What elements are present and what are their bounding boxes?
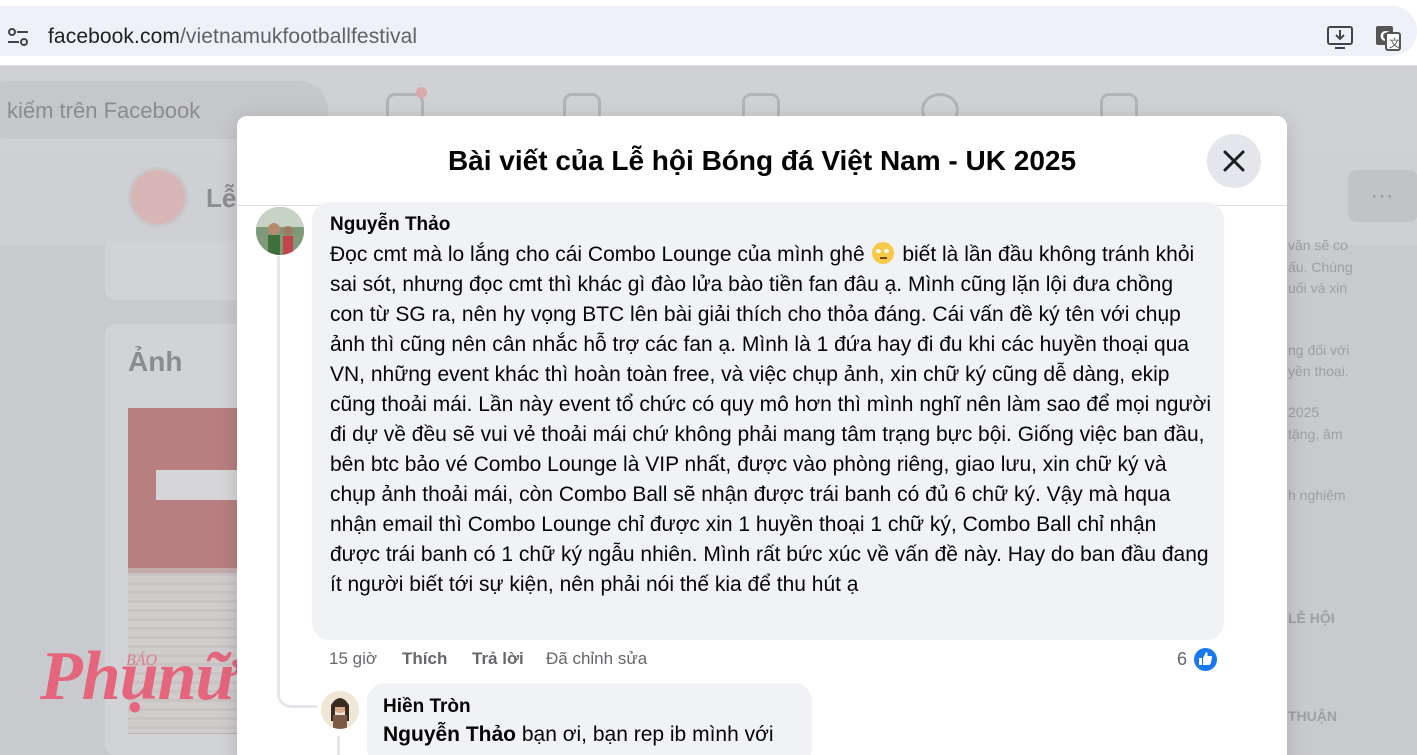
avatar-photo (256, 207, 304, 255)
tune-icon[interactable] (6, 25, 30, 49)
watermark-small: BÁO (126, 652, 158, 669)
comment-text-part2: biết là lần đầu không tránh khỏi sai sót… (330, 243, 1211, 596)
close-icon (1223, 150, 1245, 172)
thumbs-up-glyph (1199, 652, 1213, 665)
url-host: facebook.com (48, 25, 180, 48)
reply-bubble: Hiền Tròn Nguyễn Thảo bạn ơi, bạn rep ib… (367, 683, 812, 755)
watermark-logo: Phụnữ (40, 638, 237, 715)
right-snippet: ấu. Chúng (1288, 259, 1353, 275)
close-button[interactable] (1207, 134, 1261, 188)
address-bar[interactable]: facebook.com/vietnamukfootballfestival G… (0, 6, 1417, 56)
thread-line-reply (337, 736, 340, 755)
url-path: /vietnamukfootballfestival (179, 25, 418, 48)
browser-toolbar: facebook.com/vietnamukfootballfestival G… (0, 0, 1417, 66)
comment-author[interactable]: Nguyễn Thảo (330, 214, 450, 236)
right-snippet: THUẬN (1288, 708, 1337, 724)
translate-icon[interactable]: G 文 (1374, 24, 1402, 52)
post-dialog: Bài viết của Lễ hội Bóng đá Việt Nam - U… (237, 116, 1287, 755)
reply-author[interactable]: Hiền Tròn (383, 696, 471, 718)
page-logo[interactable] (128, 167, 188, 227)
avatar[interactable] (256, 207, 304, 255)
like-button[interactable]: Thích (402, 649, 447, 669)
photos-title: Ảnh (128, 346, 183, 377)
right-snippet: LỄ HỘI (1288, 610, 1335, 626)
right-snippet: 2025 (1288, 404, 1320, 420)
facebook-search-placeholder: kiếm trên Facebook (7, 98, 201, 123)
install-app-icon[interactable] (1326, 24, 1354, 50)
avatar[interactable] (321, 691, 359, 729)
right-snippet: ng đối với (1288, 342, 1350, 358)
dialog-title: Bài viết của Lễ hội Bóng đá Việt Nam - U… (447, 145, 1077, 176)
comment-text: Đọc cmt mà lo lắng cho cái Combo Lounge … (330, 240, 1212, 600)
right-snippet: yền thoại. (1288, 363, 1349, 379)
thumbs-up-icon[interactable] (1192, 646, 1219, 673)
reaction-count[interactable]: 6 (1177, 649, 1187, 670)
right-snippet: tặng, âm (1288, 426, 1343, 442)
edited-label[interactable]: Đã chỉnh sửa (546, 649, 647, 669)
more-dots-icon: ··· (1371, 185, 1394, 207)
avatar-photo (321, 691, 359, 729)
dialog-header: Bài viết của Lễ hội Bóng đá Việt Nam - U… (237, 116, 1287, 206)
intro-card (105, 242, 245, 300)
reply-mention[interactable]: Nguyễn Thảo (383, 723, 516, 746)
right-snippet: uối và xin (1288, 280, 1348, 296)
thread-connector (277, 656, 317, 708)
reply-button[interactable]: Trả lời (472, 649, 524, 669)
svg-text:文: 文 (1389, 36, 1400, 50)
right-snippet: h nghiệm (1288, 487, 1346, 503)
url-text[interactable]: facebook.com/vietnamukfootballfestival (48, 25, 417, 49)
comment-text-part1: Đọc cmt mà lo lắng cho cái Combo Lounge … (330, 243, 865, 266)
rolling-eyes-emoji (872, 242, 895, 264)
comment-bubble: Nguyễn Thảo Đọc cmt mà lo lắng cho cái C… (312, 202, 1224, 640)
notification-dot (416, 87, 427, 98)
poster-logo-block (156, 470, 248, 500)
right-snippet: văn sẽ co (1288, 237, 1348, 253)
thread-line (277, 256, 280, 676)
reply-body: bạn ơi, bạn rep ib mình với (521, 723, 774, 746)
comment-time[interactable]: 15 giờ (329, 649, 377, 669)
reply-text: Nguyễn Thảo bạn ơi, bạn rep ib mình với (383, 723, 774, 747)
page-name-fragment: Lễ (206, 183, 237, 213)
